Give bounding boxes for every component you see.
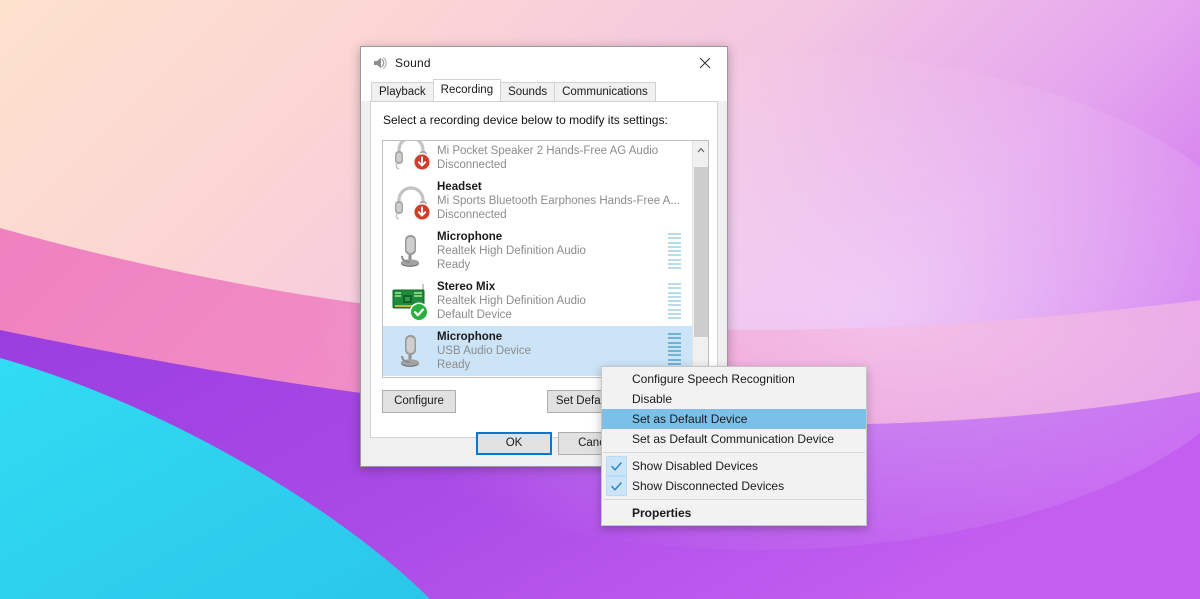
- table-row[interactable]: Headset Mi Sports Bluetooth Earphones Ha…: [383, 176, 693, 226]
- device-info: Headset Mi Sports Bluetooth Earphones Ha…: [437, 180, 693, 222]
- context-menu: Configure Speech Recognition Disable Set…: [601, 366, 867, 526]
- device-list[interactable]: Headset Mi Pocket Speaker 2 Hands-Free A…: [382, 140, 709, 378]
- menu-item-label: Show Disabled Devices: [632, 459, 758, 473]
- volume-meter: [668, 283, 681, 319]
- device-info: Stereo Mix Realtek High Definition Audio…: [437, 280, 668, 322]
- device-description: Realtek High Definition Audio: [437, 294, 668, 308]
- table-row[interactable]: Microphone Realtek High Definition Audio…: [383, 226, 693, 276]
- device-description: Realtek High Definition Audio: [437, 244, 668, 258]
- device-name: Headset: [437, 180, 693, 194]
- device-list-inner: Headset Mi Pocket Speaker 2 Hands-Free A…: [383, 140, 693, 376]
- scrollbar[interactable]: [692, 141, 708, 377]
- chevron-up-icon[interactable]: [693, 141, 709, 158]
- microphone-icon: [389, 229, 433, 273]
- menu-item-configure-speech-recognition[interactable]: Configure Speech Recognition: [602, 369, 866, 389]
- title-bar[interactable]: Sound: [361, 47, 727, 79]
- table-row[interactable]: Stereo Mix Realtek High Definition Audio…: [383, 276, 693, 326]
- device-name: Stereo Mix: [437, 280, 668, 294]
- menu-item-label: Show Disconnected Devices: [632, 479, 784, 493]
- tab-strip: Playback Recording Sounds Communications: [361, 79, 727, 101]
- device-description: USB Audio Device: [437, 344, 668, 358]
- check-icon: [606, 476, 627, 496]
- tab-playback[interactable]: Playback: [371, 82, 434, 101]
- menu-item-properties[interactable]: Properties: [602, 503, 866, 523]
- device-name: Microphone: [437, 330, 668, 344]
- device-description: Mi Sports Bluetooth Earphones Hands-Free…: [437, 194, 693, 208]
- table-row[interactable]: Headset Mi Pocket Speaker 2 Hands-Free A…: [383, 140, 693, 176]
- menu-separator: [603, 499, 865, 500]
- device-state: Default Device: [437, 308, 668, 322]
- menu-separator: [603, 452, 865, 453]
- tab-communications[interactable]: Communications: [554, 82, 656, 101]
- device-state: Disconnected: [437, 208, 693, 222]
- headset-icon: [389, 140, 433, 173]
- dialog-title: Sound: [395, 56, 431, 70]
- device-info: Microphone Realtek High Definition Audio…: [437, 230, 668, 272]
- set-default-label: Set Defau: [556, 395, 607, 407]
- desktop: Sound Playback Recording Sounds Communic…: [0, 0, 1200, 599]
- device-info: Headset Mi Pocket Speaker 2 Hands-Free A…: [437, 140, 693, 172]
- ok-button[interactable]: OK: [476, 432, 552, 455]
- tab-sounds[interactable]: Sounds: [500, 82, 555, 101]
- device-state: Ready: [437, 258, 668, 272]
- menu-item-set-as-default-device[interactable]: Set as Default Device: [602, 409, 866, 429]
- speaker-icon: [371, 55, 387, 71]
- volume-meter: [668, 333, 681, 369]
- device-description: Mi Pocket Speaker 2 Hands-Free AG Audio: [437, 144, 693, 158]
- check-icon: [606, 456, 627, 476]
- configure-button[interactable]: Configure: [382, 390, 456, 413]
- volume-meter: [668, 233, 681, 269]
- microphone-icon: [389, 329, 433, 373]
- headset-icon: [389, 179, 433, 223]
- sound-card-icon: [389, 279, 433, 323]
- menu-item-set-as-default-communication-device[interactable]: Set as Default Communication Device: [602, 429, 866, 449]
- panel-prompt: Select a recording device below to modif…: [371, 102, 717, 136]
- menu-item-disable[interactable]: Disable: [602, 389, 866, 409]
- menu-item-show-disconnected-devices[interactable]: Show Disconnected Devices: [602, 476, 866, 496]
- device-name: Microphone: [437, 230, 668, 244]
- close-icon[interactable]: [682, 47, 727, 78]
- scrollbar-thumb[interactable]: [694, 167, 708, 337]
- menu-item-show-disabled-devices[interactable]: Show Disabled Devices: [602, 456, 866, 476]
- device-state: Disconnected: [437, 158, 693, 172]
- tab-recording[interactable]: Recording: [433, 79, 501, 101]
